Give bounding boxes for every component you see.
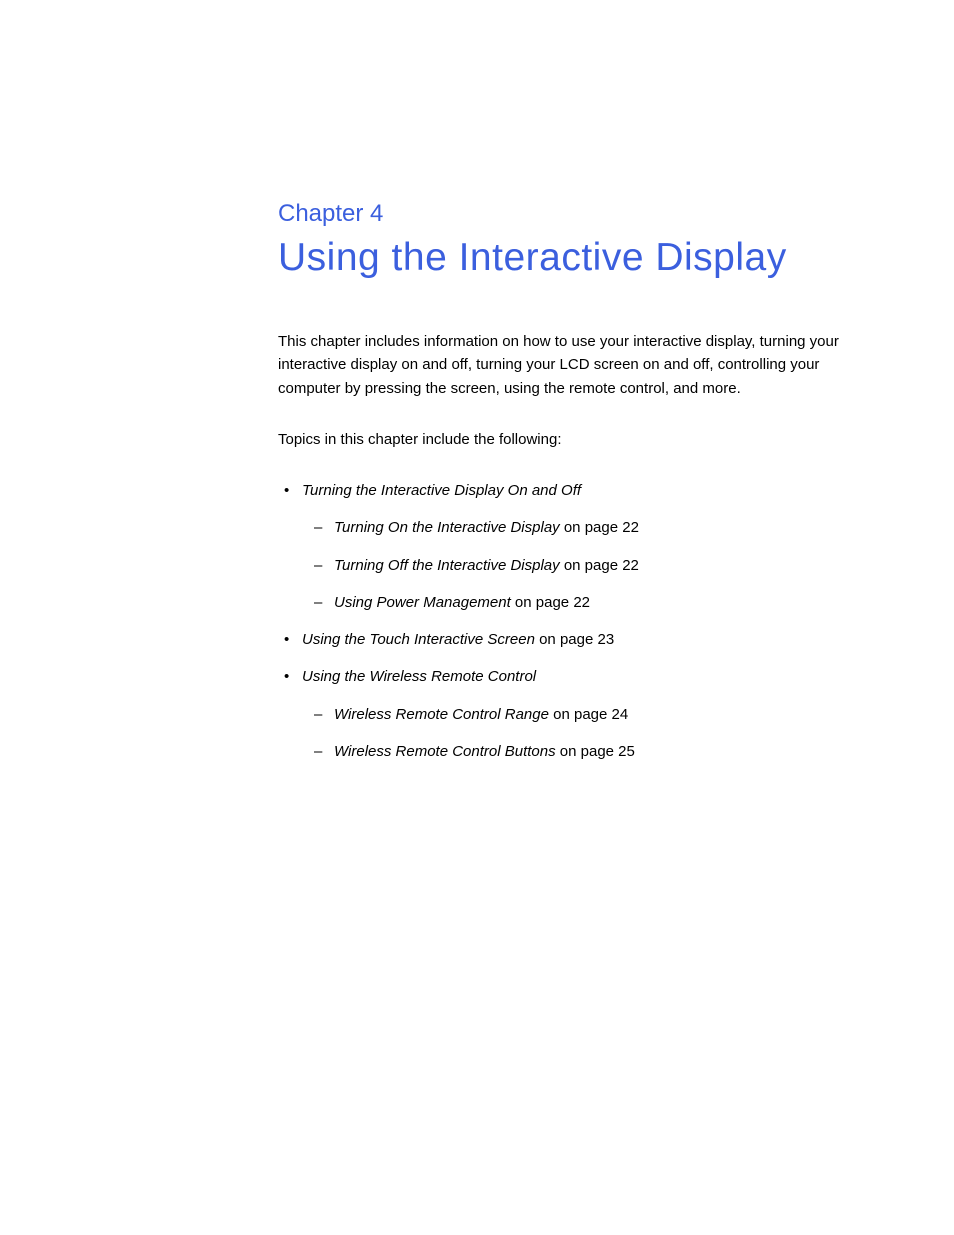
toc-subitem: Turning On the Interactive Display on pa…	[302, 516, 874, 539]
toc-page-ref: on page 22	[560, 557, 639, 574]
toc-item-title: Using the Wireless Remote Control	[302, 668, 536, 685]
toc-subitem-title: Turning On the Interactive Display	[334, 519, 560, 536]
toc-page-ref: on page 23	[535, 631, 614, 648]
toc-subitem-title: Wireless Remote Control Buttons	[334, 743, 556, 760]
toc-subitem: Using Power Management on page 22	[302, 591, 874, 614]
toc-subitem: Wireless Remote Control Buttons on page …	[302, 740, 874, 763]
toc-subitem-title: Using Power Management	[334, 594, 511, 611]
toc-page-ref: on page 24	[549, 706, 628, 723]
toc-item: Using the Wireless Remote Control Wirele…	[278, 665, 874, 763]
topics-intro: Topics in this chapter include the follo…	[278, 428, 874, 451]
toc-subitem-title: Wireless Remote Control Range	[334, 706, 549, 723]
toc-item: Using the Touch Interactive Screen on pa…	[278, 628, 874, 651]
toc-subitem-title: Turning Off the Interactive Display	[334, 557, 560, 574]
toc-subitem: Wireless Remote Control Range on page 24	[302, 703, 874, 726]
toc-list: Turning the Interactive Display On and O…	[278, 479, 874, 763]
toc-item-title: Turning the Interactive Display On and O…	[302, 482, 581, 499]
chapter-title: Using the Interactive Display	[278, 236, 874, 280]
toc-sublist: Wireless Remote Control Range on page 24…	[302, 703, 874, 764]
toc-sublist: Turning On the Interactive Display on pa…	[302, 516, 874, 614]
intro-paragraph: This chapter includes information on how…	[278, 330, 874, 400]
toc-page-ref: on page 22	[511, 594, 590, 611]
toc-item-title: Using the Touch Interactive Screen	[302, 631, 535, 648]
toc-item: Turning the Interactive Display On and O…	[278, 479, 874, 614]
toc-page-ref: on page 25	[556, 743, 635, 760]
chapter-label: Chapter 4	[278, 200, 874, 228]
toc-page-ref: on page 22	[560, 519, 639, 536]
toc-subitem: Turning Off the Interactive Display on p…	[302, 554, 874, 577]
